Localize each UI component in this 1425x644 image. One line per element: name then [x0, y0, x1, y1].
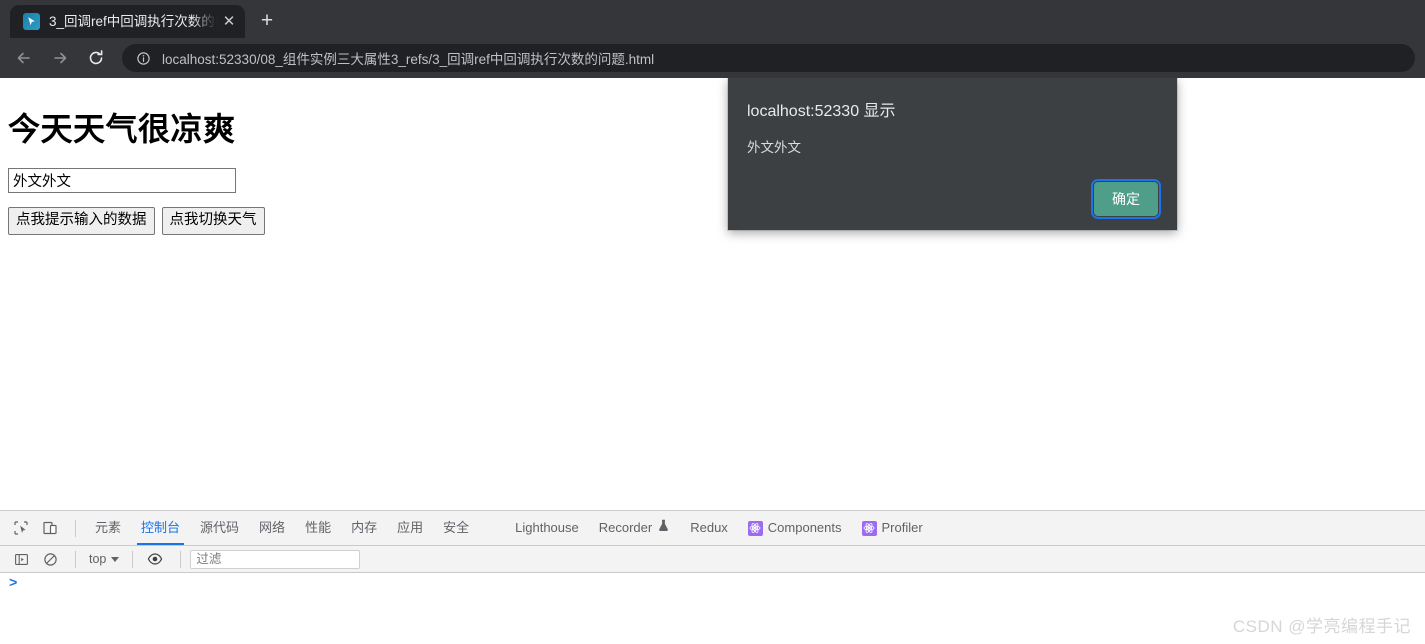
tab-label: 安全: [443, 520, 470, 535]
tab-network[interactable]: 网络: [249, 511, 295, 545]
close-icon[interactable]: ✕: [219, 12, 239, 32]
console-toolbar: top: [0, 546, 1425, 573]
dialog-title: localhost:52330 显示: [747, 103, 896, 120]
execution-context-selector[interactable]: top: [85, 552, 123, 566]
toolbar-divider: [75, 519, 76, 537]
address-bar[interactable]: localhost:52330/08_组件实例三大属性3_refs/3_回调re…: [122, 44, 1415, 72]
live-expression-icon[interactable]: [142, 546, 168, 572]
tab-strip: 3_回调ref中回调执行次数的问题.html ✕ +: [0, 0, 1425, 38]
javascript-alert-dialog: localhost:52330 显示 外文外文 确定: [728, 78, 1177, 230]
tab-title: 3_回调ref中回调执行次数的问题.html: [49, 14, 217, 29]
tab-label: 源代码: [200, 520, 240, 535]
dialog-message: 外文外文: [747, 140, 801, 155]
tab-label: Lighthouse: [515, 520, 579, 535]
console-prompt-row[interactable]: >: [0, 573, 1425, 595]
tab-components[interactable]: Components: [738, 511, 852, 545]
tab-label: 控制台: [141, 520, 181, 535]
dialog-actions: 确定: [747, 179, 1161, 219]
clear-console-icon[interactable]: [37, 546, 63, 572]
show-input-data-button[interactable]: 点我提示输入的数据: [8, 207, 155, 235]
browser-toolbar: localhost:52330/08_组件实例三大属性3_refs/3_回调re…: [0, 38, 1425, 78]
back-icon[interactable]: [8, 42, 40, 74]
tab-application[interactable]: 应用: [387, 511, 433, 545]
tab-label: Components: [767, 520, 842, 535]
cursor-arrow-favicon: [23, 13, 40, 30]
console-filter-input[interactable]: [190, 549, 361, 569]
console-sidebar-icon[interactable]: [8, 546, 34, 572]
browser-chrome: 3_回调ref中回调执行次数的问题.html ✕ +: [0, 0, 1425, 78]
tab-sources[interactable]: 源代码: [190, 511, 249, 545]
browser-tab[interactable]: 3_回调ref中回调执行次数的问题.html ✕: [10, 5, 245, 38]
tab-lighthouse[interactable]: Lighthouse: [505, 511, 589, 545]
tab-security[interactable]: 安全: [433, 511, 479, 545]
toggle-weather-button[interactable]: 点我切换天气: [161, 207, 265, 235]
tab-label: 元素: [95, 520, 122, 535]
tab-label: 应用: [397, 520, 424, 535]
page-button-row: 点我提示输入的数据 点我切换天气: [8, 207, 1417, 235]
tab-label: Profiler: [881, 520, 923, 535]
react-logo-icon: [861, 520, 877, 536]
devtools-panel: 元素 控制台 源代码 网络 性能 内存 应用 安全 Lighthouse Rec…: [0, 510, 1425, 644]
page-title: 今天天气很凉爽: [8, 111, 236, 147]
device-toolbar-icon[interactable]: [37, 515, 63, 541]
tab-label: 网络: [259, 520, 286, 535]
chevron-down-icon: [111, 556, 120, 562]
prompt-chevron-icon: >: [9, 576, 18, 592]
new-tab-button[interactable]: +: [253, 7, 281, 35]
tab-label: 性能: [305, 520, 332, 535]
forward-icon[interactable]: [44, 42, 76, 74]
page-viewport: 今天天气很凉爽 点我提示输入的数据 点我切换天气 localhost:52330…: [0, 78, 1425, 510]
tab-label: 内存: [351, 520, 378, 535]
tab-memory[interactable]: 内存: [341, 511, 387, 545]
tab-redux[interactable]: Redux: [680, 511, 738, 545]
react-logo-icon: [747, 520, 763, 536]
tab-label: Recorder: [598, 520, 653, 535]
reload-icon[interactable]: [80, 42, 112, 74]
devtools-tab-bar: 元素 控制台 源代码 网络 性能 内存 应用 安全 Lighthouse Rec…: [0, 511, 1425, 546]
inspect-element-icon[interactable]: [8, 515, 34, 541]
tab-label: Redux: [690, 520, 728, 535]
execution-context-label: top: [89, 552, 107, 566]
console-output-area[interactable]: > CSDN @学亮编程手记: [0, 573, 1425, 644]
watermark: CSDN @学亮编程手记: [1232, 617, 1411, 636]
url-text: localhost:52330/08_组件实例三大属性3_refs/3_回调re…: [162, 52, 655, 67]
flask-icon: [657, 511, 670, 545]
tab-performance[interactable]: 性能: [295, 511, 341, 545]
toolbar-divider: [75, 550, 76, 568]
toolbar-divider: [132, 550, 134, 568]
tab-elements[interactable]: 元素: [85, 511, 131, 545]
tab-recorder[interactable]: Recorder: [589, 511, 680, 545]
dialog-ok-button[interactable]: 确定: [1091, 179, 1161, 219]
weather-text-input[interactable]: [8, 168, 236, 193]
tab-console[interactable]: 控制台: [131, 511, 190, 545]
tab-profiler[interactable]: Profiler: [852, 511, 933, 545]
toolbar-divider: [180, 550, 182, 568]
site-information-icon[interactable]: [136, 51, 151, 66]
